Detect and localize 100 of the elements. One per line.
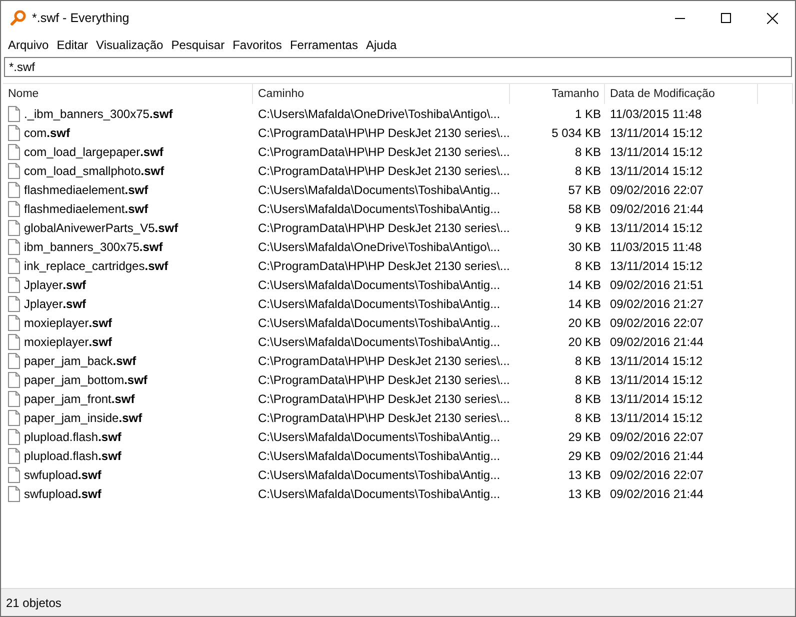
file-icon [8, 220, 20, 236]
file-size: 14 KB [568, 278, 602, 292]
file-size: 13 KB [568, 468, 602, 482]
modified-date: 11/03/2015 11:48 [609, 240, 703, 254]
file-icon [8, 162, 20, 178]
modified-date: 09/02/2016 21:51 [609, 278, 704, 292]
file-path: C:\Users\Mafalda\Documents\Toshiba\Antig... [257, 182, 502, 196]
modified-date: 09/02/2016 21:44 [609, 448, 704, 462]
file-name: swfupload.swf [24, 486, 102, 500]
file-icon [8, 410, 20, 426]
file-name: globalAnivewerParts_V5.swf [24, 220, 178, 234]
file-name: Jplayer.swf [24, 278, 86, 292]
file-path: C:\Users\Mafalda\Documents\Toshiba\Antig... [257, 278, 502, 292]
file-icon [8, 182, 20, 198]
file-icon [8, 258, 20, 274]
file-size: 8 KB [574, 372, 602, 386]
modified-date: 09/02/2016 21:27 [609, 296, 704, 310]
file-name: ink_replace_cartridges.swf [24, 258, 168, 272]
window-title: *.swf - Everything [32, 11, 130, 25]
file-path: C:\Users\Mafalda\Documents\Toshiba\Antig... [257, 448, 502, 462]
file-path: C:\Users\Mafalda\Documents\Toshiba\Antig... [257, 316, 502, 330]
modified-date: 13/11/2014 15:12 [609, 126, 704, 140]
modified-date: 13/11/2014 15:12 [609, 164, 704, 178]
file-path: C:\Users\Mafalda\Documents\Toshiba\Antig... [257, 202, 502, 216]
file-name: paper_jam_back.swf [24, 354, 136, 368]
modified-date: 09/02/2016 21:44 [609, 334, 704, 348]
file-name: flashmediaelement.swf [24, 182, 148, 196]
file-path: C:\ProgramData\HP\HP DeskJet 2130 series\... [257, 392, 510, 406]
column-header[interactable]: Nome [8, 88, 39, 100]
file-size: 14 KB [568, 296, 602, 310]
file-icon [8, 466, 20, 482]
file-path: C:\ProgramData\HP\HP DeskJet 2130 series\... [257, 410, 510, 424]
file-path: C:\ProgramData\HP\HP DeskJet 2130 series\... [257, 164, 510, 178]
file-size: 8 KB [574, 164, 602, 178]
modified-date: 09/02/2016 21:44 [609, 486, 704, 500]
search-field[interactable]: *.swf [4, 57, 792, 77]
file-size: 1 KB [574, 106, 602, 120]
file-path: C:\Users\Mafalda\OneDrive\Toshiba\Antigo\... [257, 106, 502, 120]
file-size: 8 KB [574, 410, 602, 424]
modified-date: 13/11/2014 15:12 [609, 392, 704, 406]
file-icon [8, 296, 20, 312]
file-path: C:\ProgramData\HP\HP DeskJet 2130 series\... [257, 354, 510, 368]
menu-item[interactable]: Ajuda [362, 38, 401, 52]
file-size: 8 KB [574, 258, 602, 272]
file-size: 8 KB [574, 144, 602, 158]
file-size: 29 KB [568, 448, 602, 462]
file-name: moxieplayer.swf [24, 316, 112, 330]
modified-date: 13/11/2014 15:12 [609, 220, 704, 234]
file-icon [8, 276, 20, 292]
modified-date: 13/11/2014 15:12 [609, 410, 704, 424]
magnifier-icon [10, 10, 26, 26]
modified-date: 09/02/2016 22:07 [609, 182, 704, 196]
file-icon [8, 428, 20, 444]
file-icon [8, 144, 20, 160]
file-icon [8, 448, 20, 464]
file-path: C:\ProgramData\HP\HP DeskJet 2130 series\... [257, 126, 510, 140]
file-name: plupload.flash.swf [24, 448, 122, 462]
file-name: ibm_banners_300x75.swf [24, 240, 163, 254]
file-icon [8, 372, 20, 388]
menu-item[interactable]: Editar [52, 38, 92, 52]
file-icon [8, 352, 20, 368]
file-path: C:\Users\Mafalda\Documents\Toshiba\Antig... [257, 296, 502, 310]
file-name: swfupload.swf [24, 468, 102, 482]
file-name: moxieplayer.swf [24, 334, 112, 348]
menu-item[interactable]: Visualização [92, 38, 168, 52]
column-header[interactable]: Tamanho [552, 88, 599, 100]
file-icon [8, 314, 20, 330]
menu-item[interactable]: Arquivo [4, 38, 53, 52]
file-size: 58 KB [568, 202, 602, 216]
column-header[interactable]: Caminho [258, 88, 304, 100]
file-size: 9 KB [574, 220, 602, 234]
file-size: 20 KB [568, 316, 602, 330]
file-path: C:\Users\Mafalda\Documents\Toshiba\Antig... [257, 430, 502, 444]
column-header[interactable]: Data de Modificação [610, 88, 715, 100]
file-name: ._ibm_banners_300x75.swf [24, 106, 173, 120]
modified-date: 09/02/2016 22:07 [609, 430, 704, 444]
file-path: C:\Users\Mafalda\Documents\Toshiba\Antig... [257, 334, 502, 348]
file-icon [8, 334, 20, 350]
file-path: C:\Users\Mafalda\Documents\Toshiba\Antig... [257, 486, 502, 500]
file-name: com.swf [24, 126, 70, 140]
file-icon [8, 238, 20, 254]
file-path: C:\ProgramData\HP\HP DeskJet 2130 series\... [257, 258, 510, 272]
file-icon [8, 486, 20, 502]
file-size: 30 KB [568, 240, 602, 254]
menu-item[interactable]: Favoritos [228, 38, 286, 52]
menu-item[interactable]: Pesquisar [167, 38, 229, 52]
file-size: 8 KB [574, 354, 602, 368]
status-text: 21 objetos [6, 596, 62, 610]
modified-date: 13/11/2014 15:12 [609, 354, 704, 368]
modified-date: 09/02/2016 21:44 [609, 202, 704, 216]
modified-date: 13/11/2014 15:12 [609, 372, 704, 386]
file-path: C:\Users\Mafalda\OneDrive\Toshiba\Antigo\... [257, 240, 502, 254]
file-size: 57 KB [568, 182, 602, 196]
modified-date: 13/11/2014 15:12 [609, 144, 704, 158]
file-name: paper_jam_inside.swf [24, 410, 142, 424]
file-name: com_load_largepaper.swf [24, 144, 164, 158]
menu-item[interactable]: Ferramentas [286, 38, 362, 52]
file-size: 5 034 KB [552, 126, 602, 140]
file-path: C:\ProgramData\HP\HP DeskJet 2130 series\... [257, 144, 510, 158]
modified-date: 13/11/2014 15:12 [609, 258, 704, 272]
